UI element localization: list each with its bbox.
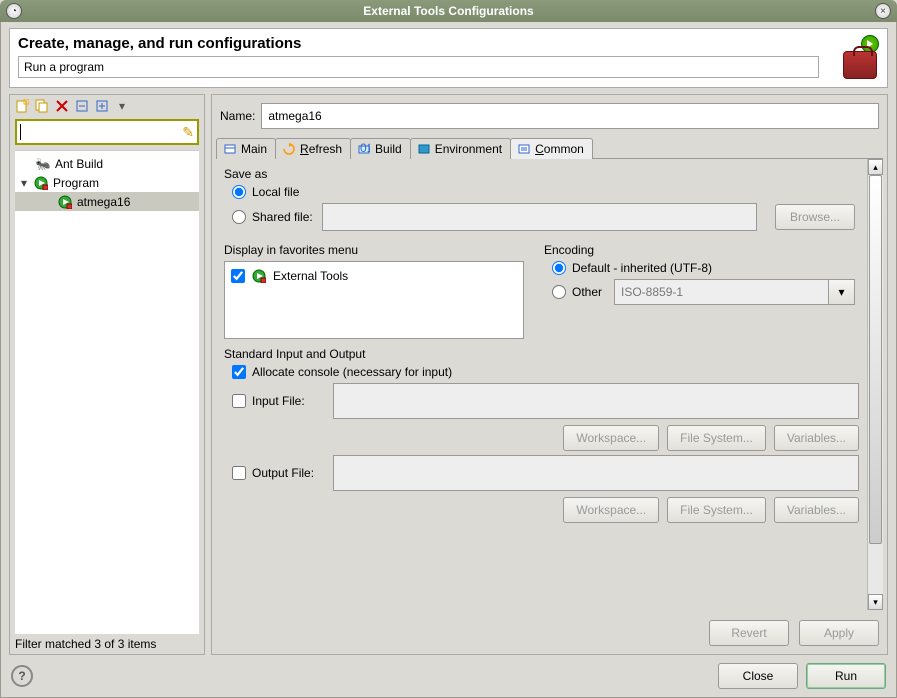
- input-workspace-button: Workspace...: [563, 425, 659, 451]
- program-icon: [57, 194, 73, 210]
- main-tab-icon: [223, 142, 237, 156]
- favorite-external-tools-check[interactable]: [231, 269, 245, 283]
- svg-text:010: 010: [360, 143, 370, 155]
- build-tab-icon: 010: [357, 142, 371, 156]
- filter-status: Filter matched 3 of 3 items: [10, 634, 204, 654]
- encoding-other-label: Other: [572, 285, 608, 299]
- tab-common[interactable]: Common: [510, 138, 593, 159]
- name-input[interactable]: [261, 103, 879, 129]
- clear-filter-icon[interactable]: ✎: [182, 124, 194, 141]
- tab-build[interactable]: 010 Build: [350, 138, 411, 159]
- input-file-field: [333, 383, 859, 419]
- footer: ? Close Run: [1, 655, 896, 697]
- local-file-label: Local file: [252, 185, 299, 199]
- delete-config-icon[interactable]: [54, 98, 70, 114]
- config-tree[interactable]: 🐜 Ant Build ▾ Program atmega16: [15, 150, 199, 634]
- browse-button: Browse...: [775, 204, 855, 230]
- shared-file-field: [322, 203, 757, 231]
- scroll-thumb[interactable]: [869, 175, 882, 544]
- scroll-track[interactable]: [868, 175, 883, 594]
- window-menu-button[interactable]: ◔: [6, 3, 22, 19]
- scroll-down-button[interactable]: ▾: [868, 594, 883, 610]
- encoding-default-radio[interactable]: [552, 261, 566, 275]
- input-filesystem-button: File System...: [667, 425, 766, 451]
- input-file-label: Input File:: [252, 394, 327, 408]
- input-variables-button: Variables...: [774, 425, 859, 451]
- header-sub-text: [18, 56, 819, 78]
- toolbox-icon: [843, 51, 877, 79]
- expander-icon[interactable]: ▾: [19, 176, 29, 190]
- program-icon: [33, 175, 49, 191]
- header-main-text: Create, manage, and run configurations: [18, 35, 819, 52]
- header-card: Create, manage, and run configurations: [9, 28, 888, 88]
- filter-box[interactable]: ✎: [15, 119, 199, 145]
- encoding-dropdown-button: ▾: [829, 279, 855, 305]
- filter-input[interactable]: [21, 125, 182, 139]
- new-config-icon[interactable]: [14, 98, 30, 114]
- allocate-console-check[interactable]: [232, 365, 246, 379]
- collapse-all-icon[interactable]: [74, 98, 90, 114]
- input-file-check[interactable]: [232, 394, 246, 408]
- encoding-label: Encoding: [544, 243, 859, 257]
- window-close-button[interactable]: ×: [875, 3, 891, 19]
- tree-item-ant-build[interactable]: 🐜 Ant Build: [15, 154, 199, 173]
- common-tab-icon: [517, 142, 531, 156]
- encoding-other-field: [614, 279, 829, 305]
- content-scrollbar[interactable]: ▴ ▾: [867, 159, 883, 610]
- window-title: External Tools Configurations: [363, 4, 533, 18]
- apply-button: Apply: [799, 620, 879, 646]
- expand-all-icon[interactable]: [94, 98, 110, 114]
- left-toolbar: ▾: [10, 95, 204, 117]
- favorite-external-tools-label: External Tools: [273, 269, 348, 283]
- tab-content: Save as Local file Shared file: Browse..…: [216, 159, 867, 610]
- close-button[interactable]: Close: [718, 663, 798, 689]
- encoding-default-label: Default - inherited (UTF-8): [572, 261, 712, 275]
- left-panel: ▾ ✎ 🐜 Ant Build ▾ Program at: [9, 94, 205, 655]
- local-file-radio[interactable]: [232, 185, 246, 199]
- shared-file-radio[interactable]: [232, 210, 246, 224]
- output-file-label: Output File:: [252, 466, 327, 480]
- output-workspace-button: Workspace...: [563, 497, 659, 523]
- tab-refresh[interactable]: Refresh: [275, 138, 351, 159]
- saveas-label: Save as: [224, 167, 859, 181]
- output-file-field: [333, 455, 859, 491]
- titlebar: ◔ External Tools Configurations ×: [0, 0, 897, 22]
- name-label: Name:: [220, 109, 255, 123]
- header-icon: [827, 35, 879, 79]
- run-button[interactable]: Run: [806, 663, 886, 689]
- duplicate-config-icon[interactable]: [34, 98, 50, 114]
- window-body: Create, manage, and run configurations ▾…: [0, 22, 897, 698]
- encoding-other-radio[interactable]: [552, 285, 566, 299]
- tab-environment[interactable]: Environment: [410, 138, 511, 159]
- output-variables-button: Variables...: [774, 497, 859, 523]
- revert-button: Revert: [709, 620, 789, 646]
- allocate-console-label: Allocate console (necessary for input): [252, 365, 452, 379]
- shared-file-label: Shared file:: [252, 210, 316, 224]
- io-title: Standard Input and Output: [224, 347, 859, 361]
- favorites-box: External Tools: [224, 261, 524, 339]
- external-tools-icon: [251, 268, 267, 284]
- scroll-up-button[interactable]: ▴: [868, 159, 883, 175]
- output-file-check[interactable]: [232, 466, 246, 480]
- tree-item-program[interactable]: ▾ Program: [15, 173, 199, 192]
- environment-tab-icon: [417, 142, 431, 156]
- tab-main[interactable]: Main: [216, 138, 276, 159]
- refresh-tab-icon: [282, 142, 296, 156]
- tree-item-atmega16[interactable]: atmega16: [15, 192, 199, 211]
- help-button[interactable]: ?: [11, 665, 33, 687]
- favorite-external-tools[interactable]: External Tools: [229, 266, 519, 286]
- output-filesystem-button: File System...: [667, 497, 766, 523]
- favorites-label: Display in favorites menu: [224, 243, 524, 257]
- ant-icon: 🐜: [35, 156, 51, 172]
- right-panel: Name: Main Refresh 010 Build E: [211, 94, 888, 655]
- dropdown-arrow-icon[interactable]: ▾: [114, 98, 130, 114]
- tabstrip: Main Refresh 010 Build Environment Commo…: [216, 137, 883, 159]
